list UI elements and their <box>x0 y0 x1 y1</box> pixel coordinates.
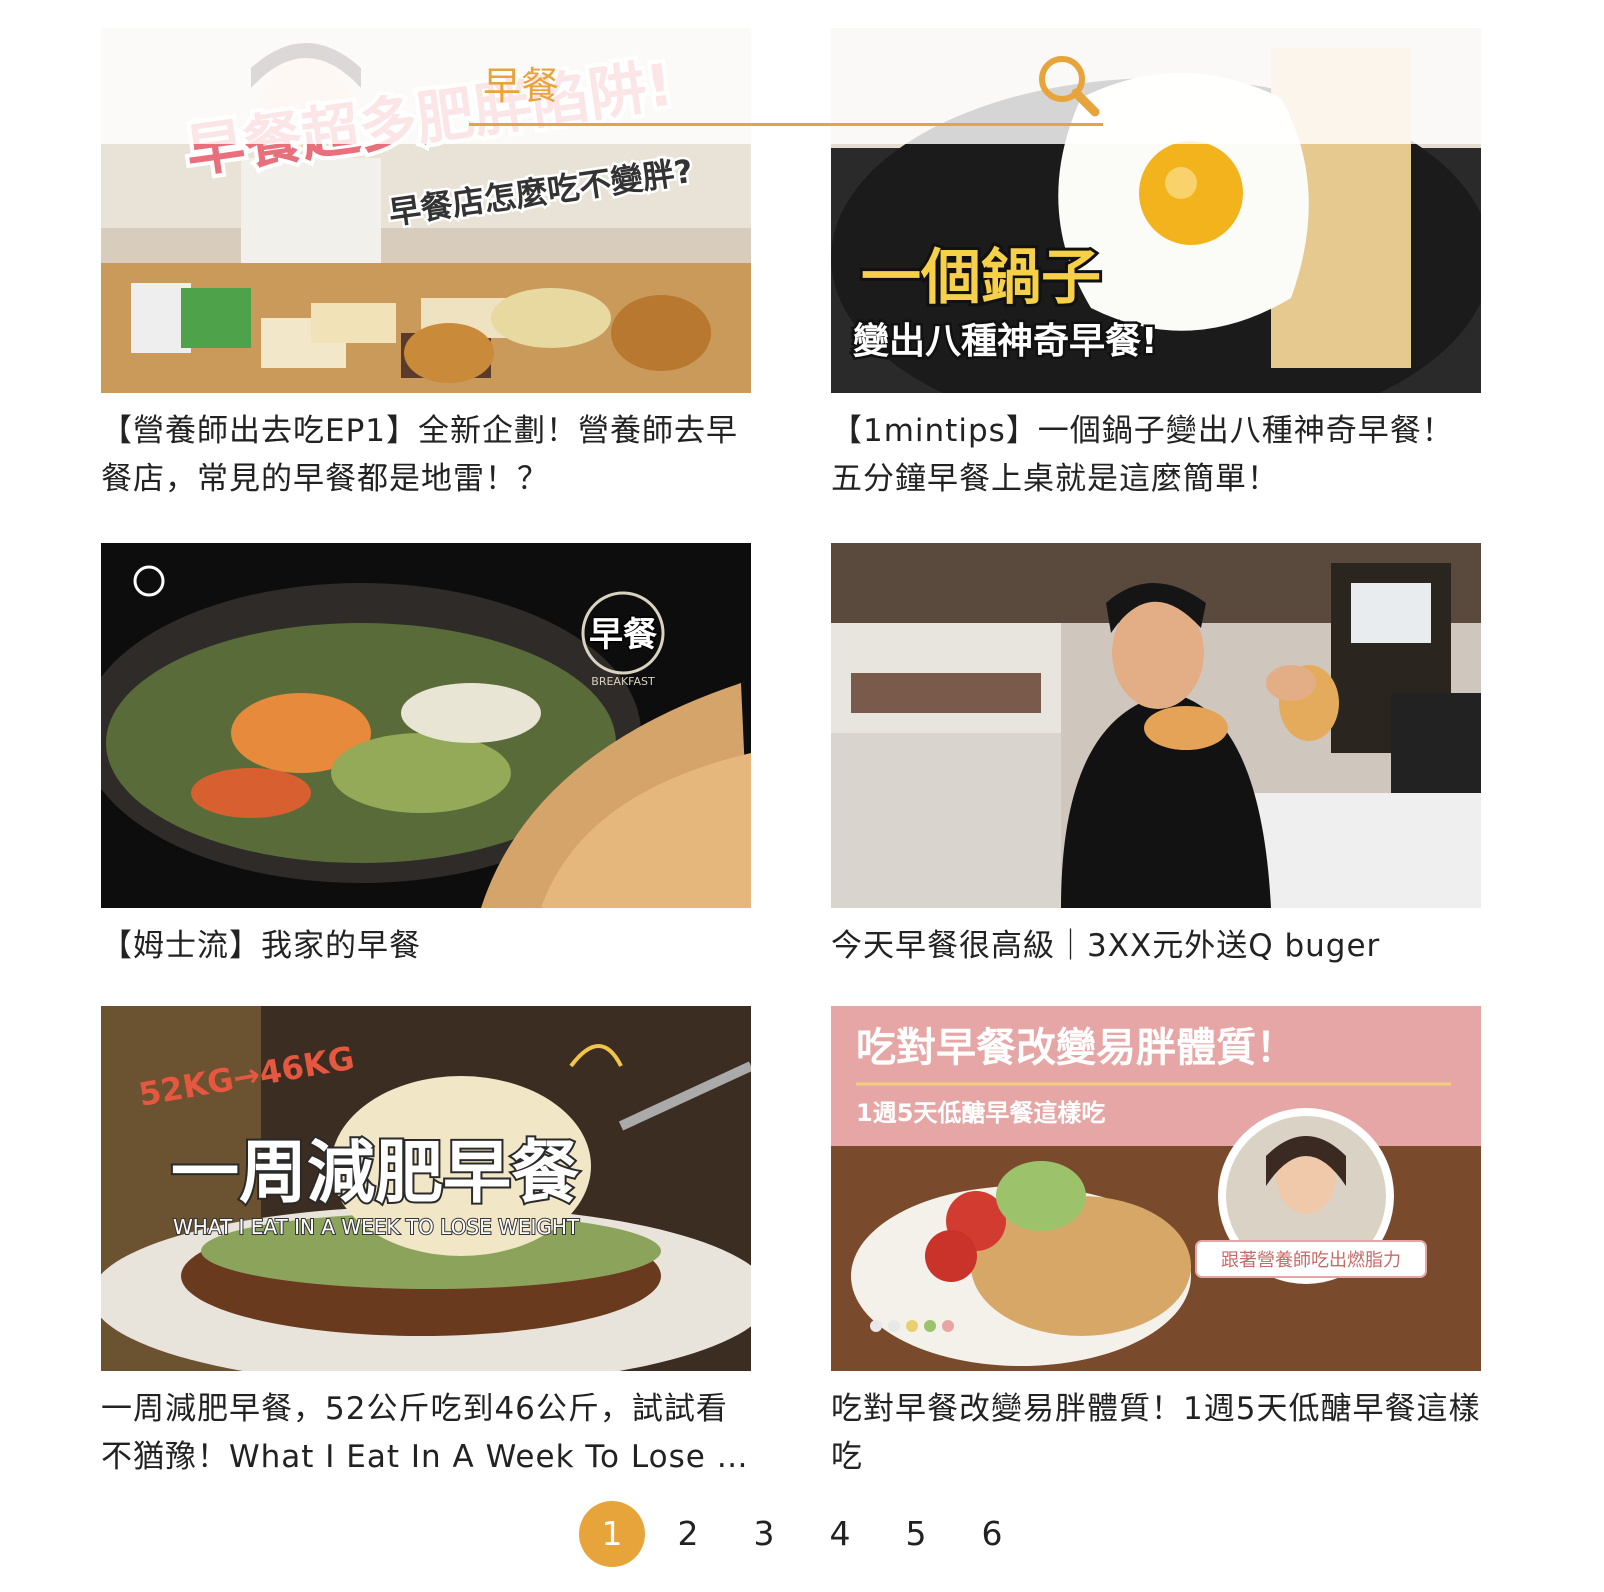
video-thumbnail[interactable]: 跟著營養師吃出燃脂力 吃對早餐改變易胖體質！ 1週5天低醣早餐這樣吃 <box>831 1006 1481 1371</box>
search-icon <box>1039 56 1100 117</box>
video-title[interactable]: 【營養師出去吃EP1】全新企劃！營養師去早餐店，常見的早餐都是地雷！？ <box>101 407 751 503</box>
video-title[interactable]: 吃對早餐改變易胖體質！1週5天低醣早餐這樣吃 <box>831 1385 1481 1481</box>
thumbnail-image: 跟著營養師吃出燃脂力 吃對早餐改變易胖體質！ 1週5天低醣早餐這樣吃 <box>831 1006 1481 1371</box>
page-4[interactable]: 4 <box>807 1501 873 1567</box>
thumbnail-image: 早餐 BREAKFAST <box>101 543 751 908</box>
thumbnail-badge: 跟著營養師吃出燃脂力 <box>1221 1250 1401 1271</box>
pagination: 123456 <box>0 1501 1604 1571</box>
thumbnail-image <box>831 543 1481 908</box>
thumbnail-headline: 一個鍋子 <box>861 243 1101 313</box>
video-card[interactable]: 今天早餐很高級｜3XX元外送Q buger <box>831 543 1481 970</box>
video-title[interactable]: 【姆士流】我家的早餐 <box>101 922 751 970</box>
thumbnail-subline: WHAT I EAT IN A WEEK TO LOSE WEIGHT <box>173 1215 580 1239</box>
thumbnail-image: 52KG→46KG 一周減肥早餐 WHAT I EAT IN A WEEK TO… <box>101 1006 751 1371</box>
video-title[interactable]: 今天早餐很高級｜3XX元外送Q buger <box>831 922 1481 970</box>
search-field <box>469 42 1103 126</box>
page-5[interactable]: 5 <box>883 1501 949 1567</box>
thumbnail-subline: 變出八種神奇早餐! <box>853 321 1157 362</box>
video-title[interactable]: 一周減肥早餐，52公斤吃到46公斤，試試看不猶豫！What I Eat In A… <box>101 1385 751 1481</box>
page-2[interactable]: 2 <box>655 1501 721 1567</box>
search-underline <box>469 123 1103 126</box>
video-thumbnail[interactable]: 52KG→46KG 一周減肥早餐 WHAT I EAT IN A WEEK TO… <box>101 1006 751 1371</box>
search-bar <box>101 28 1481 144</box>
video-thumbnail[interactable]: 早餐 BREAKFAST <box>101 543 751 908</box>
video-title[interactable]: 【1mintips】一個鍋子變出八種神奇早餐！ 五分鐘早餐上桌就是這麼簡單！ <box>831 407 1481 503</box>
thumbnail-headline: 一周減肥早餐 <box>171 1133 579 1213</box>
thumbnail-subline: 1週5天低醣早餐這樣吃 <box>856 1099 1105 1127</box>
thumbnail-badge: 早餐 <box>589 615 657 655</box>
thumbnail-headline: 吃對早餐改變易胖體質！ <box>856 1025 1296 1071</box>
search-input[interactable] <box>469 42 1009 122</box>
video-card[interactable]: 早餐 BREAKFAST 【姆士流】我家的早餐 <box>101 543 751 970</box>
thumbnail-badge-caption: BREAKFAST <box>591 675 655 688</box>
video-card[interactable]: 52KG→46KG 一周減肥早餐 WHAT I EAT IN A WEEK TO… <box>101 1006 751 1481</box>
search-button[interactable] <box>1035 52 1103 120</box>
page-3[interactable]: 3 <box>731 1501 797 1567</box>
page-6[interactable]: 6 <box>959 1501 1025 1567</box>
video-card[interactable]: 跟著營養師吃出燃脂力 吃對早餐改變易胖體質！ 1週5天低醣早餐這樣吃 吃對早餐改… <box>831 1006 1481 1481</box>
page-1[interactable]: 1 <box>579 1501 645 1567</box>
video-thumbnail[interactable] <box>831 543 1481 908</box>
